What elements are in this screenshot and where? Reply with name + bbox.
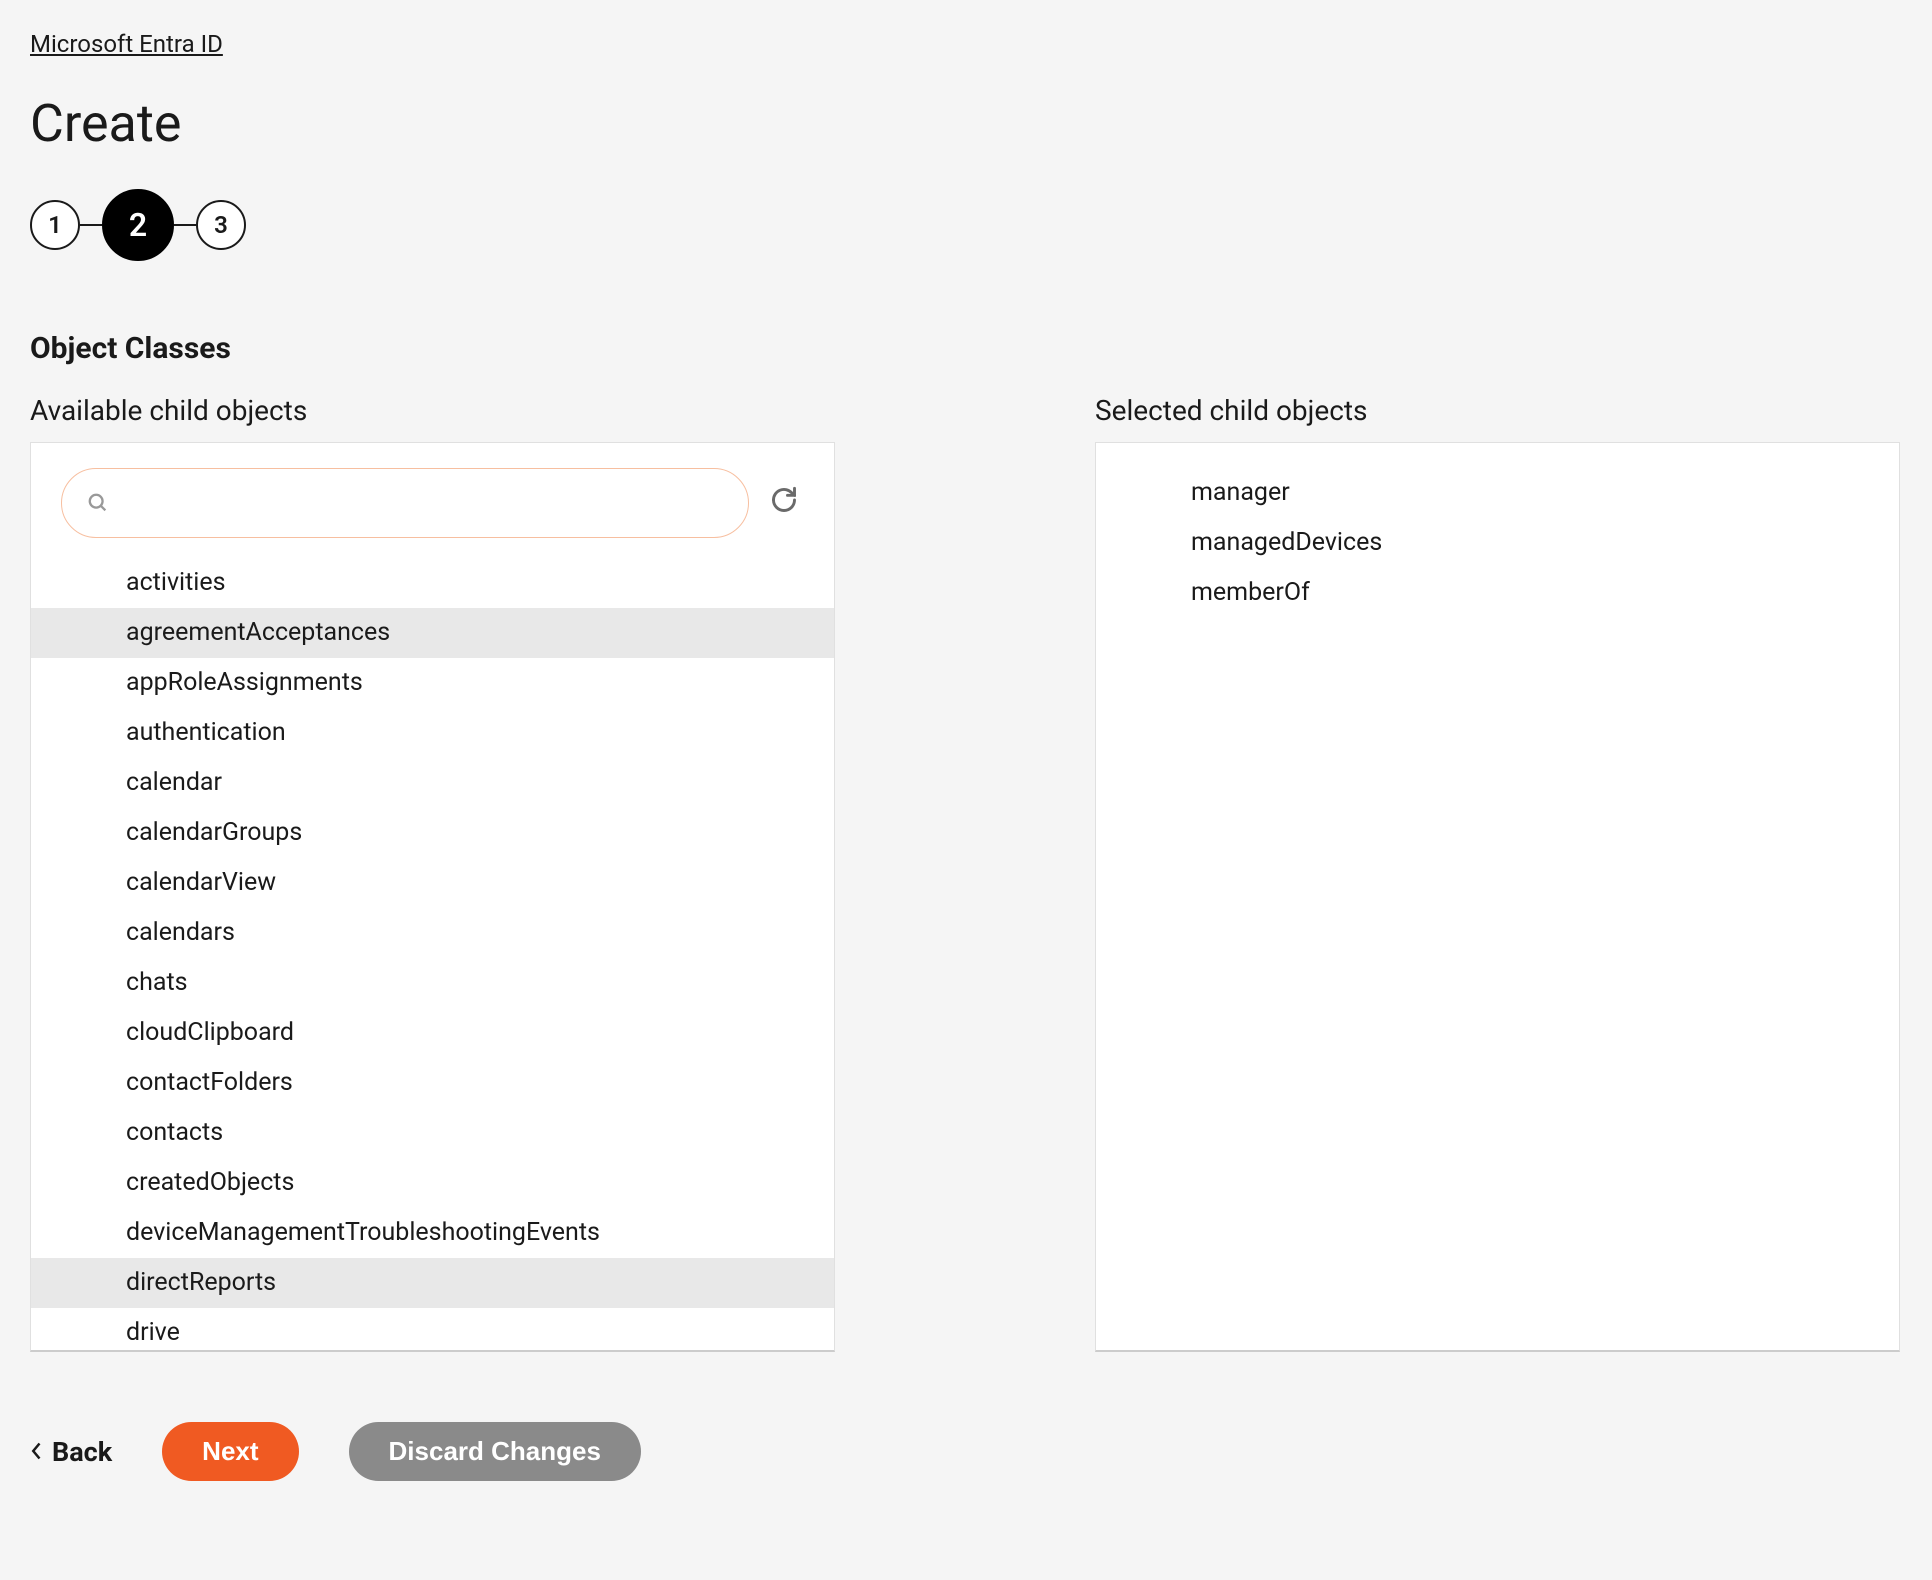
search-input[interactable] <box>119 489 723 517</box>
selected-item[interactable]: memberOf <box>1096 568 1899 618</box>
available-item[interactable]: agreementAcceptances <box>31 608 834 658</box>
search-input-wrapper[interactable] <box>61 468 749 538</box>
chevron-left-icon <box>30 1436 44 1468</box>
step-3[interactable]: 3 <box>196 200 246 250</box>
selected-label: Selected child objects <box>1095 394 1900 427</box>
next-button[interactable]: Next <box>162 1422 298 1481</box>
available-item[interactable]: authentication <box>31 708 834 758</box>
available-item[interactable]: chats <box>31 958 834 1008</box>
available-item[interactable]: contacts <box>31 1108 834 1158</box>
page-title: Create <box>30 93 1902 154</box>
available-label: Available child objects <box>30 394 835 427</box>
available-item[interactable]: calendars <box>31 908 834 958</box>
step-connector <box>80 224 102 226</box>
selected-item[interactable]: managedDevices <box>1096 518 1899 568</box>
available-item[interactable]: activities <box>31 558 834 608</box>
refresh-icon <box>770 486 798 520</box>
back-label: Back <box>52 1436 112 1468</box>
step-connector <box>174 224 196 226</box>
back-button[interactable]: Back <box>30 1436 112 1468</box>
search-icon <box>87 492 109 514</box>
refresh-button[interactable] <box>764 483 804 523</box>
available-list-box: activitiesagreementAcceptancesappRoleAss… <box>30 442 835 1352</box>
discard-button[interactable]: Discard Changes <box>349 1422 641 1481</box>
available-item[interactable]: createdObjects <box>31 1158 834 1208</box>
step-2[interactable]: 2 <box>102 189 174 261</box>
available-item[interactable]: calendar <box>31 758 834 808</box>
available-item[interactable]: drive <box>31 1308 834 1352</box>
available-item[interactable]: deviceManagementTroubleshootingEvents <box>31 1208 834 1258</box>
selected-list-box: managermanagedDevicesmemberOf <box>1095 442 1900 1352</box>
step-1[interactable]: 1 <box>30 200 80 250</box>
stepper: 1 2 3 <box>30 189 1902 261</box>
available-item[interactable]: cloudClipboard <box>31 1008 834 1058</box>
available-item[interactable]: directReports <box>31 1258 834 1308</box>
selected-item[interactable]: manager <box>1096 468 1899 518</box>
available-item[interactable]: contactFolders <box>31 1058 834 1108</box>
available-item[interactable]: calendarGroups <box>31 808 834 858</box>
breadcrumb-link[interactable]: Microsoft Entra ID <box>30 30 223 58</box>
section-heading: Object Classes <box>30 331 1902 366</box>
available-item[interactable]: appRoleAssignments <box>31 658 834 708</box>
available-item[interactable]: calendarView <box>31 858 834 908</box>
